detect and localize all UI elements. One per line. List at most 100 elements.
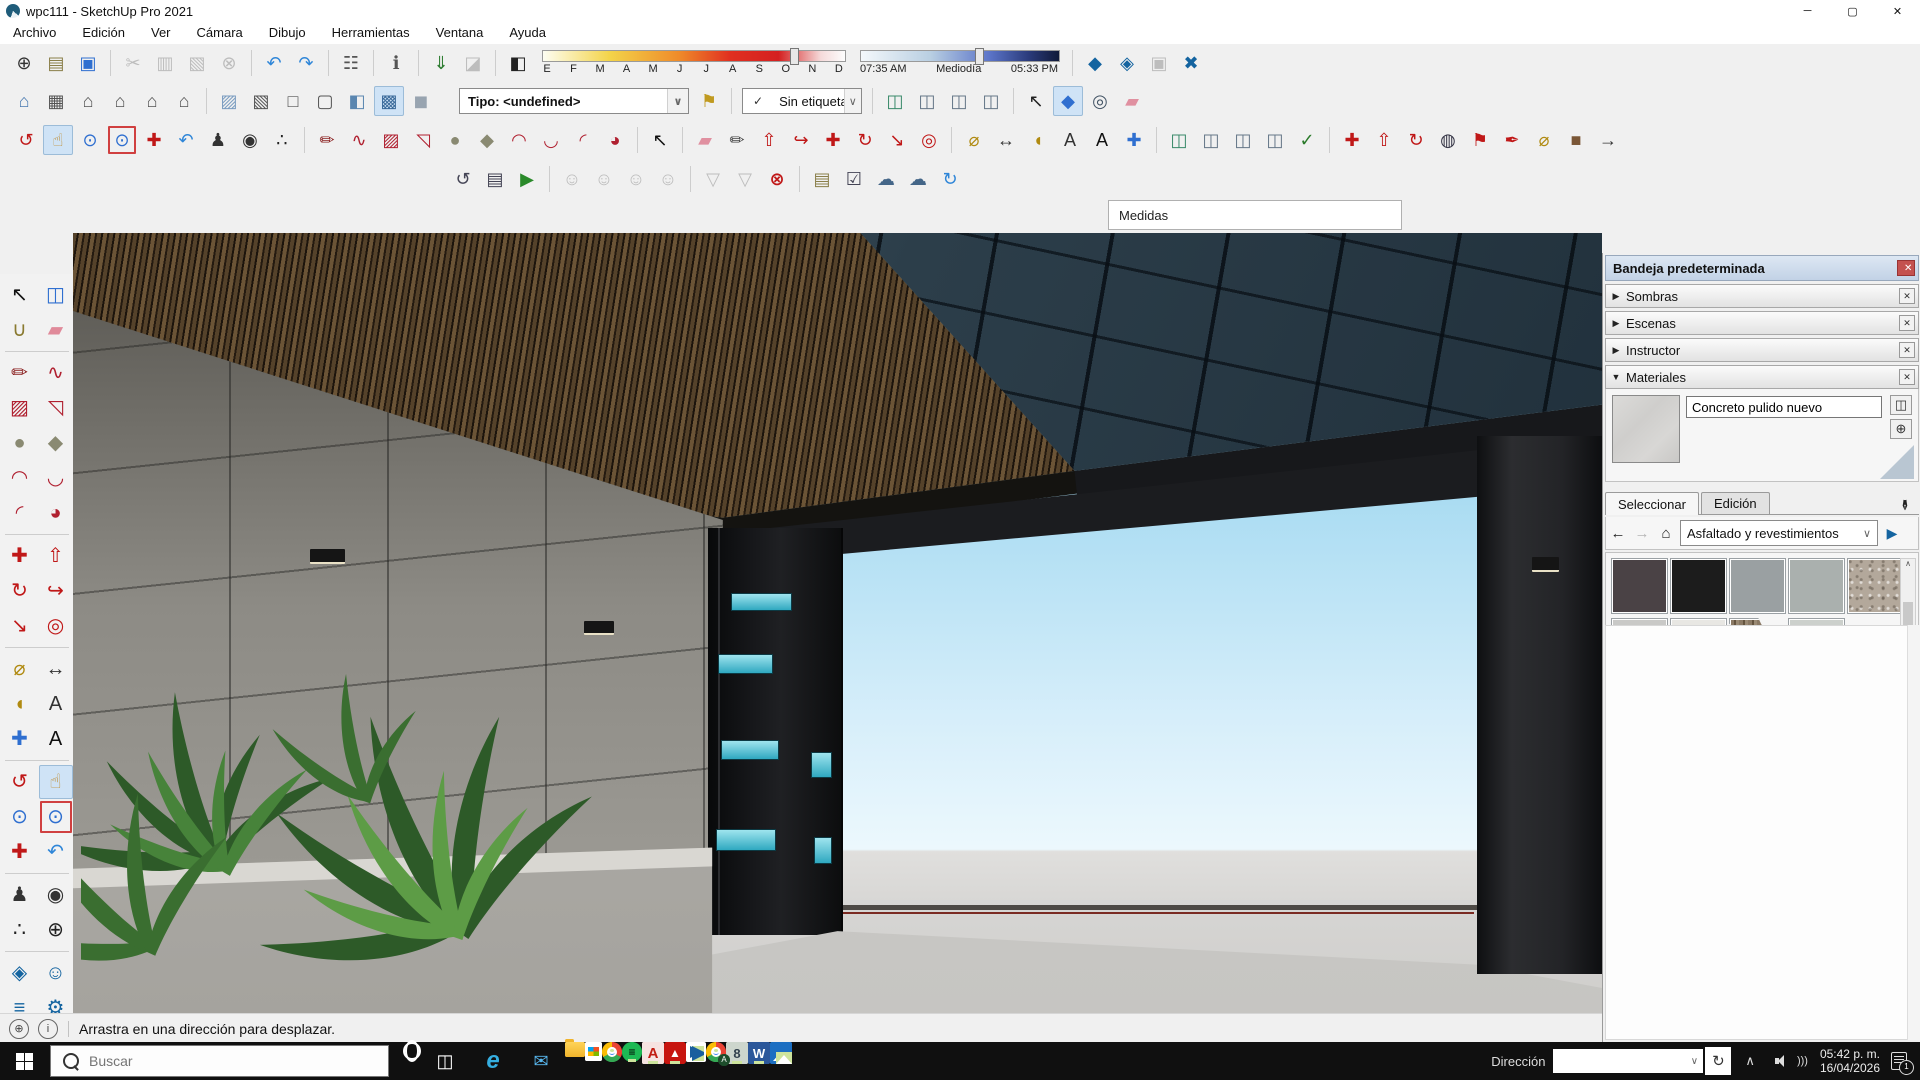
component-tool[interactable]: ◫ — [39, 278, 73, 312]
eraser-tool[interactable]: ▰ — [39, 313, 73, 347]
move-tool[interactable]: ✚ — [3, 539, 37, 573]
back-edges-style-button[interactable]: ▧ — [246, 86, 276, 116]
zoom-window-tool[interactable]: ⊙ — [39, 800, 73, 834]
push-pull-alt-button[interactable]: ⇧ — [1369, 125, 1399, 155]
maximize-button[interactable]: ▢ — [1830, 0, 1875, 22]
taskbar-search[interactable] — [50, 1045, 389, 1077]
eyedropper-icon[interactable]: ✒ — [1896, 499, 1914, 512]
look-around-button[interactable]: ◉ — [235, 125, 265, 155]
get-models-tool[interactable]: ◈ — [3, 956, 37, 990]
shadow-time-slider[interactable]: 07:35 AM Mediodía 05:33 PM — [860, 50, 1058, 76]
axes-button[interactable]: ✚ — [1119, 125, 1149, 155]
rotate-button[interactable]: ↻ — [850, 125, 880, 155]
zoom-previous-tool[interactable]: ↶ — [39, 835, 73, 869]
iso-view-button[interactable]: ⌂ — [9, 86, 39, 116]
select-cursor-button[interactable]: ↖ — [1021, 86, 1051, 116]
back-button[interactable]: ← — [1606, 521, 1630, 545]
autocad-button[interactable]: A — [642, 1042, 664, 1064]
select-button[interactable]: ↖ — [645, 125, 675, 155]
chrome-profile-button[interactable] — [706, 1042, 726, 1062]
viewer-button[interactable]: ◆ — [1053, 86, 1083, 116]
chrome-button[interactable] — [602, 1042, 622, 1062]
model-info-button[interactable]: ℹ — [381, 48, 411, 78]
geolocation-icon[interactable]: ⊕ — [9, 1019, 29, 1039]
filter-1-button[interactable]: ▽ — [698, 164, 728, 194]
pan-tool[interactable]: ☝ — [39, 765, 73, 799]
section-close-button[interactable]: ✕ — [1899, 288, 1915, 304]
arc-button[interactable]: ◠ — [504, 125, 534, 155]
rotated-rectangle-button[interactable]: ◹ — [408, 125, 438, 155]
polygon-button[interactable]: ◆ — [472, 125, 502, 155]
zoom-previous-button[interactable]: ↶ — [171, 125, 201, 155]
text-button[interactable]: A — [1055, 125, 1085, 155]
month-slider-thumb[interactable] — [790, 48, 799, 65]
menu-item[interactable]: Ver — [138, 22, 184, 44]
freehand-button[interactable]: ∿ — [344, 125, 374, 155]
tray-section-materiales[interactable]: ▼ Materiales ✕ — [1605, 365, 1919, 389]
two-point-arc-button[interactable]: ◡ — [536, 125, 566, 155]
menu-item[interactable]: Dibujo — [256, 22, 319, 44]
scale-tool[interactable]: ↘ — [3, 609, 37, 643]
tray-section-escenas[interactable]: ▶ Escenas ✕ — [1605, 311, 1919, 335]
hidden-icons-button[interactable]: ∧ — [1739, 1052, 1761, 1070]
display-section-fill-button[interactable]: ◫ — [976, 86, 1006, 116]
position-camera-button[interactable]: ♟ — [203, 125, 233, 155]
menu-item[interactable]: Archivo — [0, 22, 69, 44]
arc-tool[interactable]: ◠ — [3, 461, 37, 495]
print-button[interactable]: ☷ — [336, 48, 366, 78]
sample-paint-corner[interactable] — [1880, 445, 1914, 479]
store-button[interactable] — [585, 1042, 602, 1061]
add-location-button[interactable]: ⇓ — [426, 48, 456, 78]
trimble-upload-button[interactable]: ☁ — [903, 164, 933, 194]
rotate-tool[interactable]: ↻ — [3, 574, 37, 608]
push-pull-button[interactable]: ⇧ — [754, 125, 784, 155]
rectangle-button[interactable]: ▨ — [376, 125, 406, 155]
geolocation-button[interactable]: ◎ — [1085, 86, 1115, 116]
section-close-button[interactable]: ✕ — [1899, 369, 1915, 385]
line-button[interactable]: ✏ — [312, 125, 342, 155]
sketchup-button[interactable] — [686, 1042, 706, 1062]
push-pull-tool[interactable]: ⇧ — [39, 539, 73, 573]
tab-seleccionar[interactable]: Seleccionar — [1605, 492, 1699, 515]
rotated-rectangle-tool[interactable]: ◹ — [39, 391, 73, 425]
display-fill-lg-button[interactable]: ◫ — [1260, 125, 1290, 155]
zoom-window-button[interactable]: ⊙ — [107, 125, 137, 155]
scene-option-4-button[interactable]: ☺ — [653, 164, 683, 194]
move-alt-button[interactable]: ✚ — [1337, 125, 1367, 155]
flag-tool-button[interactable]: ⚑ — [1465, 125, 1495, 155]
trimble-sync-button[interactable]: ↻ — [935, 164, 965, 194]
line-tool[interactable]: ✏ — [3, 356, 37, 390]
info-icon[interactable]: i — [38, 1019, 58, 1039]
copy-button[interactable]: ▥ — [150, 48, 180, 78]
freehand-tool[interactable]: ∿ — [39, 356, 73, 390]
save-button[interactable]: ▣ — [73, 48, 103, 78]
tray-header[interactable]: Bandeja predeterminada ✕ — [1605, 255, 1919, 281]
menu-item[interactable]: Cámara — [184, 22, 256, 44]
3d-text-button[interactable]: A — [1087, 125, 1117, 155]
edge-button[interactable]: e — [469, 1042, 517, 1080]
redo-button[interactable]: ↷ — [291, 48, 321, 78]
display-cuts-lg-button[interactable]: ◫ — [1228, 125, 1258, 155]
back-view-button[interactable]: ⌂ — [137, 86, 167, 116]
scale-button[interactable]: ↘ — [882, 125, 912, 155]
secondary-pane-button[interactable]: ◫ — [1890, 395, 1912, 415]
polygon-tool[interactable]: ◆ — [39, 426, 73, 460]
three-point-arc-tool[interactable]: ◜ — [3, 496, 37, 530]
scroll-up-icon[interactable]: ∧ — [1905, 559, 1911, 568]
start-button[interactable] — [0, 1042, 48, 1080]
swatch-speckled-aggregate[interactable] — [1847, 558, 1904, 614]
trimble-checklist-button[interactable]: ☑ — [839, 164, 869, 194]
tray-section-instructor[interactable]: ▶ Instructor ✕ — [1605, 338, 1919, 362]
protractor-tool[interactable]: ◖ — [3, 687, 37, 721]
zoom-extents-button[interactable]: ✚ — [139, 125, 169, 155]
trimble-download-button[interactable]: ☁ — [871, 164, 901, 194]
tray-scrollbar[interactable] — [1907, 625, 1920, 1040]
section-plane-button[interactable]: ◫ — [880, 86, 910, 116]
play-animation-button[interactable]: ▶ — [512, 164, 542, 194]
expand-arrow-button[interactable]: → — [1593, 125, 1623, 155]
material-category-dropdown[interactable]: Asfaltado y revestimientos ∨ — [1680, 520, 1878, 546]
section-close-button[interactable]: ✕ — [1899, 315, 1915, 331]
photos-button[interactable] — [770, 1042, 792, 1064]
right-view-button[interactable]: ⌂ — [105, 86, 135, 116]
task-view-button[interactable]: ◫ — [421, 1042, 469, 1080]
